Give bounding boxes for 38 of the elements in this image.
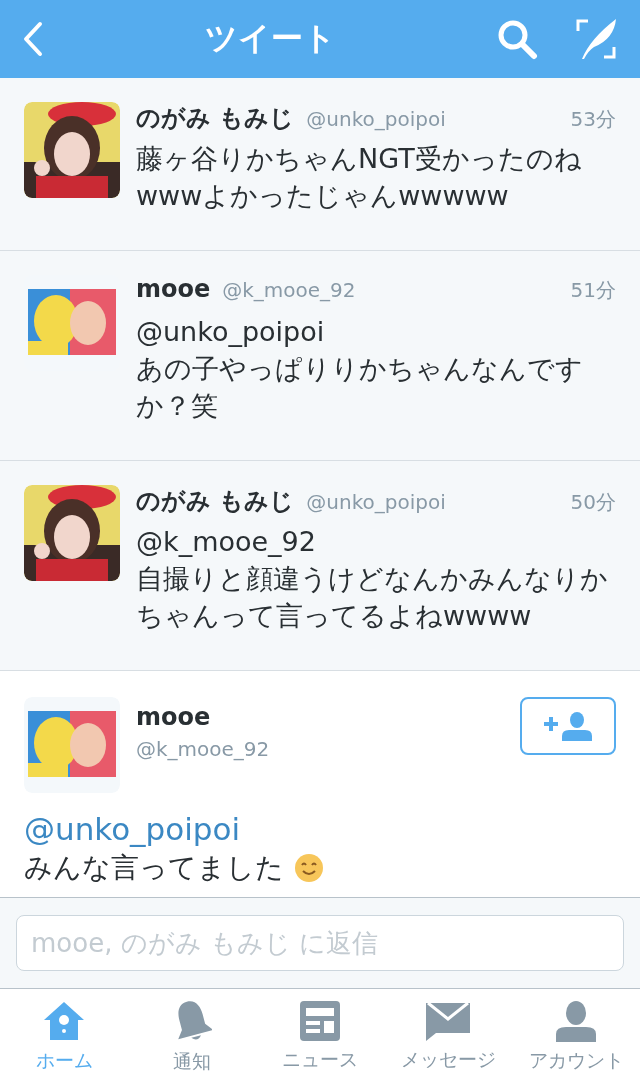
user-handle: @unko_poipoi <box>306 490 446 514</box>
tab-item[interactable]: アカウント <box>512 989 640 1085</box>
user-handle: @k_mooe_92 <box>222 278 356 302</box>
tab-item[interactable]: 通知 <box>128 989 256 1085</box>
tweet-card[interactable]: のがみ もみじ @unko_poipoi 50分 @k_mooe_92 自撮りと顔違うけどなんかみんなりかちゃんって言ってるよねwwww <box>0 461 640 671</box>
user-name: のがみ もみじ <box>136 486 295 517</box>
envelope-icon <box>426 1001 470 1041</box>
tweet-card[interactable]: mooe @k_mooe_92 51分 @unko_poipoi あの子やっぱりりかちゃんなんですか？笑 <box>0 251 640 461</box>
screen-title: ツイート <box>204 18 336 59</box>
chevron-left-icon <box>22 21 44 57</box>
tab-item[interactable]: ニュース <box>256 989 384 1085</box>
mention-link[interactable]: @unko_poipoi <box>24 811 241 847</box>
reply-mention: @unko_poipoi <box>136 315 326 349</box>
user-handle: @k_mooe_92 <box>136 737 271 761</box>
smiley-icon <box>294 853 324 883</box>
user-name: mooe <box>136 275 211 303</box>
tweet-card[interactable]: のがみ もみじ @unko_poipoi 53分 藤ヶ谷りかちゃんNGT受かったのねwwwよかったじゃんwwwww <box>0 78 640 251</box>
compose-icon <box>574 17 618 61</box>
timestamp: 50分 <box>570 489 616 516</box>
reply-mention: @k_mooe_92 <box>136 525 317 559</box>
tweet-text: みんな言ってました <box>24 850 284 886</box>
tab-item[interactable]: ホーム <box>0 989 128 1085</box>
user-name: のがみ もみじ <box>136 103 295 134</box>
follow-button[interactable] <box>520 697 616 755</box>
tweet-text: あの子やっぱりりかちゃんなんですか？笑 <box>136 352 584 423</box>
tab-item[interactable]: メッセージ <box>384 989 512 1085</box>
tweet-text: 自撮りと顔違うけどなんかみんなりかちゃんって言ってるよねwwww <box>136 562 609 633</box>
user-handle: @unko_poipoi <box>306 107 446 131</box>
house-icon <box>42 1000 86 1042</box>
person-icon <box>554 1000 598 1042</box>
add-person-icon <box>542 711 594 741</box>
timestamp: 53分 <box>570 106 616 133</box>
search-icon <box>496 18 538 60</box>
newspaper-icon <box>300 1001 340 1041</box>
timestamp: 51分 <box>570 277 616 304</box>
tweet-text: 藤ヶ谷りかちゃんNGT受かったのねwwwよかったじゃんwwwww <box>136 142 583 213</box>
user-name: mooe <box>136 703 212 731</box>
reply-field[interactable]: mooe, のがみ もみじ に返信 <box>16 915 624 971</box>
